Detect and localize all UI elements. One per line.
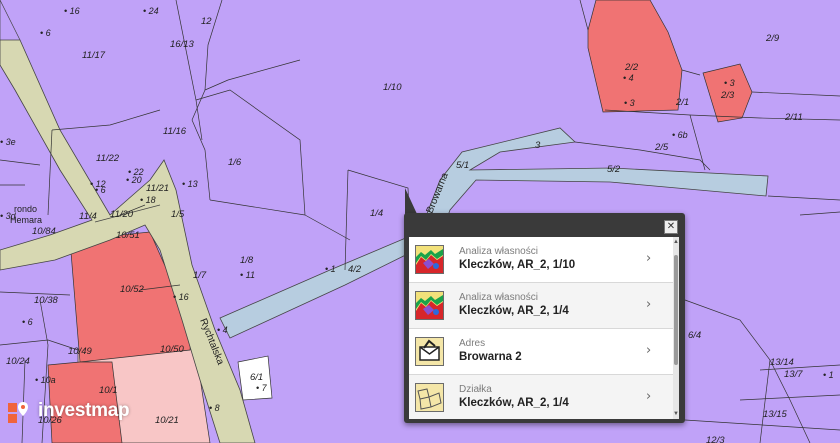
svg-text:rondo: rondo (14, 204, 37, 214)
parcel-map-icon (415, 383, 444, 412)
item-subtitle: Analiza własności (459, 246, 538, 257)
list-item[interactable]: Działka Kleczków, AR_2, 1/4 › (409, 375, 679, 419)
svg-text:10/49: 10/49 (68, 346, 92, 357)
svg-text:• 8: • 8 (209, 403, 220, 413)
popup-results-list: Analiza własności Kleczków, AR_2, 1/10 ›… (409, 237, 679, 419)
svg-text:11/16: 11/16 (163, 126, 187, 137)
item-title: Kleczków, AR_2, 1/10 (459, 259, 576, 271)
svg-text:2/5: 2/5 (654, 142, 669, 153)
svg-text:10/38: 10/38 (34, 295, 58, 306)
svg-text:• 3: • 3 (624, 98, 635, 108)
svg-text:1/10: 1/10 (383, 82, 402, 93)
logo-pin-icon (8, 402, 28, 423)
svg-text:1/7: 1/7 (193, 270, 207, 281)
svg-text:10/21: 10/21 (155, 415, 179, 426)
scrollbar-thumb[interactable] (674, 255, 678, 365)
svg-text:1/8: 1/8 (240, 255, 254, 266)
svg-text:• 7: • 7 (256, 383, 268, 393)
svg-text:11/17: 11/17 (82, 50, 106, 61)
popup-scrollbar[interactable]: ▲ ▼ (673, 237, 679, 419)
svg-text:2/1: 2/1 (675, 97, 689, 108)
item-title: Kleczków, AR_2, 1/4 (459, 397, 569, 409)
svg-text:10/24: 10/24 (6, 356, 30, 367)
svg-text:10/52: 10/52 (120, 284, 144, 295)
svg-text:13/7: 13/7 (784, 369, 803, 380)
svg-text:• 4: • 4 (623, 73, 634, 83)
svg-text:• 1: • 1 (823, 370, 834, 380)
svg-text:Hemara: Hemara (10, 215, 42, 225)
svg-text:13/15: 13/15 (763, 409, 787, 420)
svg-text:11/21: 11/21 (146, 183, 169, 194)
svg-text:11/4: 11/4 (79, 211, 97, 222)
info-popup: ✕ Analiza własności Kleczków, AR_2, 1/10… (404, 213, 685, 423)
item-subtitle: Działka (459, 384, 492, 395)
svg-text:11/20: 11/20 (110, 209, 134, 220)
svg-text:2/3: 2/3 (720, 90, 735, 101)
scroll-down-icon[interactable]: ▼ (673, 411, 679, 417)
popup-pointer (405, 188, 417, 214)
svg-text:• 24: • 24 (143, 6, 159, 16)
svg-text:• 6b: • 6b (672, 130, 688, 140)
svg-text:• 10a: • 10a (35, 375, 56, 385)
ownership-analysis-icon (415, 245, 444, 274)
svg-text:6/1: 6/1 (250, 372, 263, 383)
list-item[interactable]: Analiza własności Kleczków, AR_2, 1/10 › (409, 237, 679, 283)
chevron-right-icon: › (646, 251, 652, 266)
scroll-up-icon[interactable]: ▲ (673, 239, 679, 245)
svg-text:• 16: • 16 (64, 6, 80, 16)
svg-text:5/2: 5/2 (607, 164, 621, 175)
svg-text:• 3: • 3 (724, 78, 735, 88)
svg-text:4/2: 4/2 (348, 264, 362, 275)
item-title: Kleczków, AR_2, 1/4 (459, 305, 569, 317)
svg-text:• 6: • 6 (95, 185, 106, 195)
svg-text:1/6: 1/6 (228, 157, 242, 168)
svg-text:1/5: 1/5 (171, 209, 185, 220)
svg-text:12/3: 12/3 (706, 435, 725, 443)
svg-text:• 11: • 11 (240, 270, 255, 280)
chevron-right-icon: › (646, 297, 652, 312)
svg-text:1/4: 1/4 (370, 208, 383, 219)
svg-text:• 18: • 18 (140, 195, 156, 205)
svg-text:• 6: • 6 (40, 28, 51, 38)
chevron-right-icon: › (646, 343, 652, 358)
svg-text:• 3e: • 3e (0, 137, 16, 147)
item-subtitle: Analiza własności (459, 292, 538, 303)
svg-text:10/84: 10/84 (32, 226, 56, 237)
svg-text:• 20: • 20 (126, 175, 142, 185)
list-item[interactable]: Adres Browarna 2 › (409, 329, 679, 375)
svg-text:2/11: 2/11 (784, 112, 803, 123)
chevron-right-icon: › (646, 389, 652, 404)
list-item[interactable]: Analiza własności Kleczków, AR_2, 1/4 › (409, 283, 679, 329)
svg-text:10/50: 10/50 (160, 344, 184, 355)
svg-text:• 6: • 6 (22, 317, 33, 327)
svg-text:2/9: 2/9 (765, 33, 780, 44)
svg-text:10/1: 10/1 (99, 385, 118, 396)
svg-text:3: 3 (535, 140, 541, 151)
svg-text:16/13: 16/13 (170, 39, 194, 50)
ownership-analysis-icon (415, 291, 444, 320)
svg-text:• 1: • 1 (325, 264, 336, 274)
brand-name: investmap (38, 400, 130, 421)
svg-text:• 16: • 16 (173, 292, 189, 302)
svg-text:13/14: 13/14 (770, 357, 794, 368)
close-icon[interactable]: ✕ (664, 220, 678, 234)
item-title: Browarna 2 (459, 351, 522, 363)
svg-text:• 13: • 13 (182, 179, 198, 189)
item-subtitle: Adres (459, 338, 486, 349)
address-envelope-icon (415, 337, 444, 366)
svg-text:11/22: 11/22 (96, 153, 120, 164)
svg-text:6/4: 6/4 (688, 330, 701, 341)
svg-text:5/1: 5/1 (456, 160, 469, 171)
svg-text:• 4: • 4 (217, 325, 228, 335)
svg-text:10/51: 10/51 (116, 230, 140, 241)
svg-text:12: 12 (201, 16, 212, 27)
svg-text:2/2: 2/2 (624, 62, 639, 73)
